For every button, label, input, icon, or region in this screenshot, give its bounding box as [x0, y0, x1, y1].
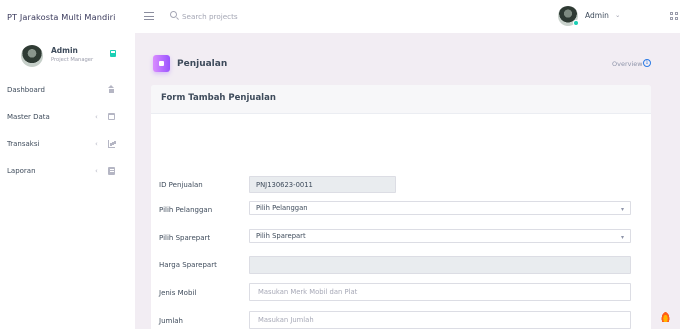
fire-icon[interactable]: [661, 311, 670, 322]
sidebar: Admin Project Manager Dashboard Master D…: [0, 33, 135, 329]
chevron-left-icon: ‹: [95, 140, 98, 148]
card-header: Form Tambah Penjualan: [151, 85, 651, 114]
pelanggan-label: Pilih Pelanggan: [159, 206, 213, 214]
pelanggan-selected-value: Pilih Pelanggan: [256, 204, 308, 212]
sparepart-selected-value: Pilih Sparepart: [256, 232, 306, 240]
sparepart-label: Pilih Sparepart: [159, 234, 211, 242]
menu-toggle-icon[interactable]: [144, 12, 154, 20]
id-penjualan-value: PNJ130623-0011: [256, 180, 313, 189]
sidebar-item-dashboard[interactable]: Dashboard: [0, 81, 135, 101]
online-status-icon: [573, 20, 579, 26]
profile-avatar: [21, 45, 43, 67]
search-input[interactable]: [182, 9, 332, 23]
user-menu-name[interactable]: Admin: [585, 11, 609, 20]
document-icon: [108, 167, 115, 175]
sidebar-profile[interactable]: Admin Project Manager: [0, 33, 135, 75]
id-penjualan-label: ID Penjualan: [159, 181, 203, 189]
pelanggan-select[interactable]: Pilih Pelanggan ▾: [249, 201, 631, 215]
info-icon[interactable]: [643, 59, 651, 67]
sidebar-item-label: Laporan: [7, 167, 36, 175]
harga-label: Harga Sparepart: [159, 261, 217, 269]
sidebar-item-label: Master Data: [7, 113, 50, 121]
chart-icon: [108, 140, 115, 148]
grid-icon[interactable]: [670, 12, 678, 20]
calendar-icon: [108, 113, 115, 120]
home-icon: [108, 85, 114, 88]
jenis-mobil-input[interactable]: [249, 283, 631, 301]
sparepart-select[interactable]: Pilih Sparepart ▾: [249, 229, 631, 243]
home-icon-base: [109, 89, 114, 93]
sidebar-item-laporan[interactable]: Laporan ‹: [0, 162, 135, 182]
topbar: Admin ⌄: [135, 0, 680, 33]
user-avatar[interactable]: [558, 6, 579, 26]
brand-name: PT Jarakosta Multi Mandiri: [7, 11, 116, 22]
sidebar-item-master-data[interactable]: Master Data ‹: [0, 108, 135, 128]
harga-input: [249, 256, 631, 274]
bookmark-icon: [110, 50, 116, 57]
chevron-left-icon: ‹: [95, 167, 98, 175]
chevron-down-icon: ▾: [620, 206, 624, 213]
form-title: Form Tambah Penjualan: [161, 93, 276, 103]
overview-link[interactable]: Overview: [612, 60, 643, 68]
brand-logo[interactable]: PT Jarakosta Multi Mandiri: [0, 0, 135, 33]
chevron-down-icon[interactable]: ⌄: [615, 11, 620, 19]
sidebar-item-label: Transaksi: [7, 140, 40, 148]
id-penjualan-field: PNJ130623-0011: [249, 176, 396, 193]
jumlah-label: Jumlah: [159, 317, 183, 325]
profile-role: Project Manager: [51, 57, 94, 63]
sidebar-item-transaksi[interactable]: Transaksi ‹: [0, 135, 135, 155]
chevron-left-icon: ‹: [95, 113, 98, 121]
profile-name: Admin: [51, 46, 78, 55]
page-title: Penjualan: [177, 59, 228, 69]
search-icon: [170, 11, 177, 18]
page-title-icon: [153, 55, 170, 72]
sidebar-item-label: Dashboard: [7, 86, 45, 94]
chevron-down-icon: ▾: [620, 234, 624, 241]
jenis-mobil-label: Jenis Mobil: [159, 289, 197, 297]
jumlah-input[interactable]: [249, 311, 631, 329]
